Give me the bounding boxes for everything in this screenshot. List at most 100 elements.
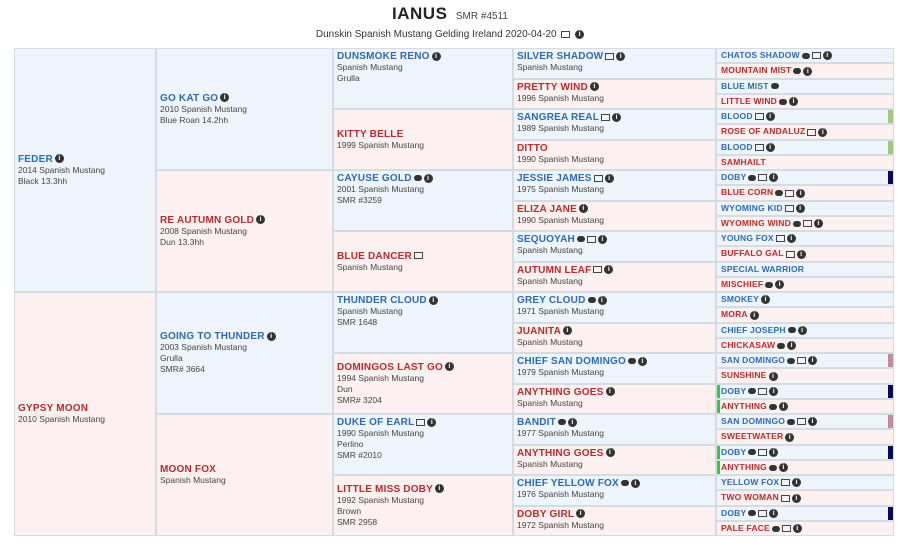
horse-name-link[interactable]: SILVER SHADOW i [517, 51, 712, 62]
comment-icon[interactable] [779, 98, 788, 105]
info-icon[interactable]: i [769, 447, 779, 457]
horse-name-link[interactable]: SAN DOMINGO i [721, 355, 889, 366]
horse-name[interactable]: GREY CLOUD [517, 295, 586, 306]
image-icon[interactable] [784, 204, 794, 212]
info-icon[interactable]: i [616, 51, 626, 61]
comment-icon[interactable] [748, 449, 757, 456]
info-icon[interactable]: i [604, 265, 614, 275]
info-icon[interactable]: i [266, 331, 276, 341]
comment-icon[interactable] [769, 403, 777, 410]
horse-name-link[interactable]: RE AUTUMN GOLD i [160, 215, 329, 226]
horse-name[interactable]: KITTY BELLE [337, 129, 403, 140]
image-icon[interactable] [758, 174, 768, 182]
horse-name-link[interactable]: WYOMING WIND i [721, 218, 889, 228]
horse-name-link[interactable]: MORA i [721, 309, 889, 320]
info-icon[interactable]: i [792, 524, 802, 533]
horse-name[interactable]: SWEETWATER [721, 431, 783, 441]
image-icon[interactable] [754, 143, 764, 151]
info-icon[interactable]: i [797, 325, 807, 335]
info-icon[interactable]: i [220, 93, 230, 103]
info-icon[interactable]: i [434, 484, 444, 494]
image-icon[interactable] [797, 418, 807, 426]
info-icon[interactable]: i [765, 112, 775, 122]
horse-name-link[interactable]: MOUNTAIN MIST i [721, 65, 889, 76]
info-icon[interactable]: i [576, 509, 586, 519]
comment-icon[interactable] [748, 510, 757, 517]
info-icon[interactable]: i [612, 112, 622, 122]
horse-name[interactable]: ANYTHING [721, 401, 767, 411]
image-icon[interactable] [781, 525, 791, 532]
horse-name[interactable]: MISCHIEF [721, 279, 763, 289]
info-icon[interactable]: i [578, 204, 588, 214]
horse-name-link[interactable]: KITTY BELLE [337, 129, 509, 140]
comment-icon[interactable] [801, 52, 810, 59]
comment-icon[interactable] [413, 175, 422, 182]
image-icon[interactable] [758, 448, 768, 456]
horse-name-link[interactable]: SMOKEY i [721, 294, 889, 305]
horse-name-link[interactable]: LITTLE WIND i [721, 96, 889, 106]
horse-name-link[interactable]: CHATOS SHADOW i [721, 50, 889, 61]
info-icon[interactable]: i [605, 387, 615, 397]
horse-name-link[interactable]: DOBY GIRL i [517, 509, 712, 520]
image-icon[interactable] [586, 235, 596, 243]
comment-icon[interactable] [787, 327, 796, 334]
horse-name-link[interactable]: ROSE OF ANDALUZ i [721, 126, 889, 137]
comment-icon[interactable] [771, 525, 780, 532]
horse-name-link[interactable]: DUNSMOKE RENO i [337, 51, 509, 62]
info-icon[interactable]: i [597, 234, 607, 244]
horse-name-link[interactable]: YELLOW FOX i [721, 477, 889, 488]
info-icon[interactable]: i [808, 356, 818, 366]
horse-name[interactable]: MORA [721, 309, 748, 319]
image-icon[interactable] [797, 357, 807, 365]
horse-name[interactable]: AUTUMN LEAF [517, 265, 591, 276]
horse-name-link[interactable]: ANYTHING GOES i [517, 387, 712, 398]
horse-name-link[interactable]: CHIEF SAN DOMINGO i [517, 356, 712, 367]
horse-name-link[interactable]: SANGREA REAL i [517, 112, 712, 123]
horse-name-link[interactable]: CHICKASAW i [721, 340, 889, 350]
info-icon[interactable]: i [775, 280, 785, 289]
horse-name-link[interactable]: SPECIAL WARRIOR [721, 264, 889, 274]
info-icon[interactable]: i [54, 154, 64, 164]
info-icon[interactable]: i [796, 188, 806, 198]
info-icon[interactable]: i [589, 82, 599, 92]
horse-name-link[interactable]: ELIZA JANE i [517, 204, 712, 215]
comment-icon[interactable] [792, 220, 801, 227]
info-icon[interactable]: i [605, 448, 615, 458]
horse-name[interactable]: DOBY GIRL [517, 509, 574, 520]
horse-name-link[interactable]: BLUE CORN i [721, 187, 889, 198]
image-icon[interactable] [413, 252, 423, 260]
horse-name-link[interactable]: SAMHAILT [721, 157, 889, 167]
horse-name-link[interactable]: JUANITA i [517, 326, 712, 337]
horse-name-link[interactable]: DUKE OF EARL i [337, 417, 509, 428]
info-icon[interactable]: i [637, 356, 647, 366]
comment-icon[interactable] [793, 68, 802, 74]
horse-name[interactable]: SUNSHINE [721, 370, 767, 380]
horse-name-link[interactable]: BUFFALO GAL i [721, 248, 889, 259]
horse-name-link[interactable]: WYOMING KID i [721, 203, 889, 213]
comment-icon[interactable] [765, 281, 774, 288]
image-icon[interactable] [811, 52, 821, 60]
info-icon[interactable]: i [779, 402, 788, 411]
info-icon[interactable]: i [567, 417, 577, 427]
horse-name[interactable]: LITTLE MISS DOBY [337, 484, 433, 495]
horse-name-link[interactable]: LITTLE MISS DOBY i [337, 484, 509, 495]
horse-name[interactable]: DOMINGOS LAST GO [337, 362, 443, 373]
horse-name-link[interactable]: GOING TO THUNDER i [160, 331, 329, 342]
info-icon[interactable]: i [803, 66, 813, 76]
info-icon[interactable]: i [769, 173, 779, 183]
info-icon[interactable]: i [796, 249, 806, 259]
horse-name[interactable]: DITTO [517, 143, 548, 154]
info-icon[interactable]: i [768, 371, 778, 381]
horse-name[interactable]: ELIZA JANE [517, 204, 577, 215]
horse-name[interactable]: SMOKEY [721, 294, 759, 304]
horse-name[interactable]: PALE FACE [721, 523, 770, 533]
horse-name[interactable]: GYPSY MOON [18, 403, 88, 414]
horse-name-link[interactable]: AUTUMN LEAF i [517, 265, 712, 276]
horse-name-link[interactable]: CHIEF JOSEPH i [721, 325, 889, 335]
horse-name[interactable]: ROSE OF ANDALUZ [721, 126, 805, 136]
horse-name[interactable]: TWO WOMAN [721, 492, 779, 502]
comment-icon[interactable] [769, 464, 777, 471]
info-icon[interactable]: i [428, 295, 438, 305]
comment-icon[interactable] [770, 83, 779, 90]
info-icon[interactable]: i [792, 478, 802, 488]
